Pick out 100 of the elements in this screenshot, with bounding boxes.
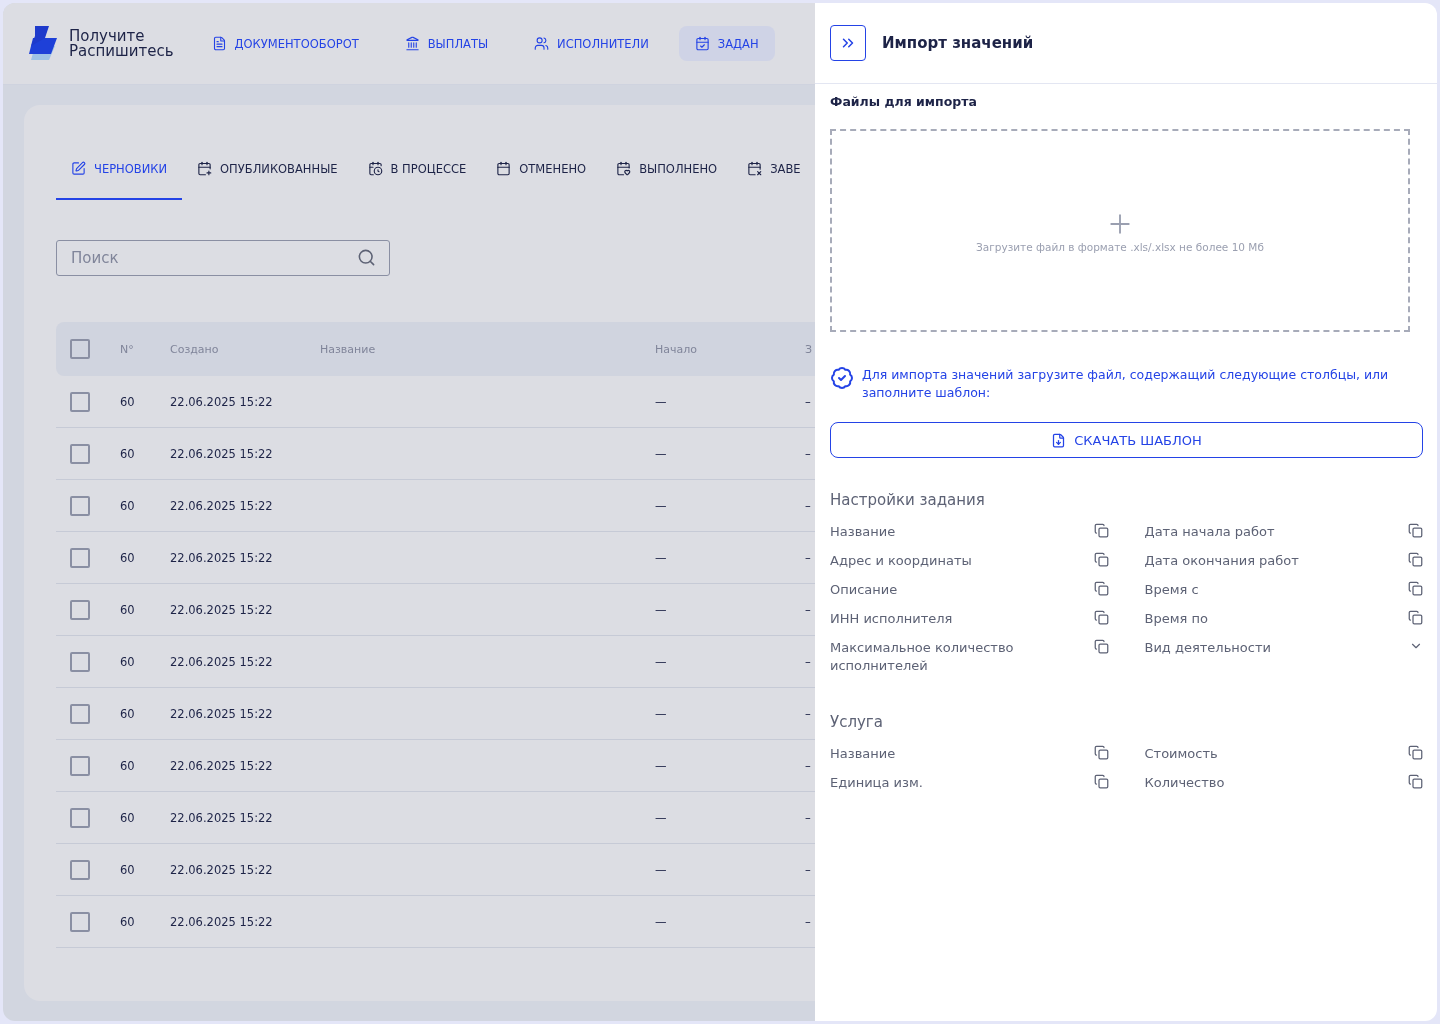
edit-icon xyxy=(71,161,86,176)
table-cell-text: 22.06.2025 15:22 xyxy=(170,550,274,565)
table-cell-text: – xyxy=(805,654,812,669)
table-cell-text: 60 xyxy=(120,706,136,721)
copy-icon[interactable] xyxy=(1408,523,1423,538)
calendar-icon xyxy=(616,161,632,176)
nav-item[interactable]: ЗАДАН xyxy=(678,26,775,61)
table-cell-text: 22.06.2025 15:22 xyxy=(170,394,274,409)
copy-icon[interactable] xyxy=(1093,774,1109,789)
table-cell-text: — xyxy=(655,394,668,409)
table-cell-text: – xyxy=(805,394,812,409)
info-text: Для импорта значений загрузите файл, содержащий следующие столбцы, или заполните шаблон: xyxy=(862,366,1390,402)
copy-icon[interactable] xyxy=(1093,610,1109,625)
checkbox[interactable] xyxy=(70,703,90,724)
checkbox[interactable] xyxy=(70,599,90,620)
field-label: Стоимость xyxy=(1144,745,1218,763)
table-cell-text: — xyxy=(655,602,668,617)
table-cell-text: – xyxy=(805,446,812,461)
tab[interactable]: ЧЕРНОВИКИ xyxy=(56,137,183,200)
table-cell-text: — xyxy=(655,446,668,461)
field-label: ИНН исполнителя xyxy=(830,610,953,628)
copy-icon[interactable] xyxy=(1408,552,1423,567)
checkbox[interactable] xyxy=(70,547,90,568)
field-label: Описание xyxy=(830,581,898,599)
tab[interactable]: ОПУБЛИКОВАННЫЕ xyxy=(182,137,353,200)
field-label: Количество xyxy=(1144,774,1225,792)
tab[interactable]: ЗАВЕ xyxy=(732,137,815,200)
table-cell-text: 22.06.2025 15:22 xyxy=(170,446,274,461)
checkbox[interactable] xyxy=(70,651,90,672)
field-label: Дата начала работ xyxy=(1144,523,1275,541)
column-header: N° xyxy=(120,342,135,356)
checkbox[interactable] xyxy=(70,495,90,516)
tab[interactable]: ВЫПОЛНЕНО xyxy=(601,137,733,200)
table-cell-text: — xyxy=(655,706,668,721)
table-cell-text: 22.06.2025 15:22 xyxy=(170,498,274,513)
column-header: Создано xyxy=(170,342,220,356)
logo-text: Получите Распишитесь xyxy=(69,28,174,59)
file-download-icon xyxy=(1051,432,1067,448)
checkbox[interactable] xyxy=(70,911,90,932)
table-cell-text: 60 xyxy=(120,654,136,669)
table-cell-text: — xyxy=(655,550,668,565)
field-label: Максимальное количество исполнителей xyxy=(830,639,1015,675)
column-header: Название xyxy=(320,342,377,356)
copy-icon[interactable] xyxy=(1093,639,1109,654)
table-cell-text: 22.06.2025 15:22 xyxy=(170,706,274,721)
copy-icon[interactable] xyxy=(1093,523,1109,538)
copy-icon[interactable] xyxy=(1093,745,1109,760)
search-field[interactable]: Поиск xyxy=(56,240,390,276)
field-label: Время по xyxy=(1144,610,1208,628)
document-icon xyxy=(211,36,227,51)
table-cell-text: — xyxy=(655,758,668,773)
field-label: Время с xyxy=(1144,581,1199,599)
table-cell-text: 60 xyxy=(120,602,136,617)
badge-icon xyxy=(830,366,854,390)
column-header: Начало xyxy=(655,342,698,356)
users-icon xyxy=(534,36,550,51)
copy-icon[interactable] xyxy=(1408,774,1423,789)
checkbox[interactable] xyxy=(70,755,90,776)
table-cell-text: — xyxy=(655,498,668,513)
table-cell-text: 22.06.2025 15:22 xyxy=(170,758,274,773)
table-cell-text: — xyxy=(655,862,668,877)
table-cell-text: 60 xyxy=(120,914,136,929)
checkbox[interactable] xyxy=(70,391,90,412)
checkbox[interactable] xyxy=(70,859,90,880)
table-cell-text: 60 xyxy=(120,810,136,825)
copy-icon[interactable] xyxy=(1408,581,1423,596)
section-title: Настройки задания xyxy=(830,491,986,509)
copy-icon[interactable] xyxy=(1093,552,1109,567)
table-cell-text: – xyxy=(805,810,812,825)
calendar-check-icon xyxy=(694,36,710,51)
collapse-button[interactable] xyxy=(830,25,866,61)
copy-icon[interactable] xyxy=(1093,581,1109,596)
field-label: Единица изм. xyxy=(830,774,923,792)
nav-item[interactable]: ИСПОЛНИТЕЛИ xyxy=(518,26,665,61)
table-cell-text: 22.06.2025 15:22 xyxy=(170,862,274,877)
copy-icon[interactable] xyxy=(1408,610,1423,625)
table-cell-text: 60 xyxy=(120,446,136,461)
table-cell-text: – xyxy=(805,758,812,773)
field-label: Название xyxy=(830,745,896,763)
checkbox[interactable] xyxy=(70,807,90,828)
bank-icon xyxy=(404,36,420,51)
table-cell-text: 60 xyxy=(120,550,136,565)
field-label: Вид деятельности xyxy=(1144,639,1271,657)
tab[interactable]: В ПРОЦЕССЕ xyxy=(352,137,482,200)
table-cell-text: 22.06.2025 15:22 xyxy=(170,602,274,617)
table-cell-text: 22.06.2025 15:22 xyxy=(170,914,274,929)
checkbox[interactable] xyxy=(70,443,90,464)
calendar-icon xyxy=(747,161,763,176)
tab[interactable]: ОТМЕНЕНО xyxy=(481,137,602,200)
copy-icon[interactable] xyxy=(1408,745,1423,760)
nav-item[interactable]: ДОКУМЕНТООБОРОТ xyxy=(195,26,375,61)
checkbox[interactable] xyxy=(70,339,90,359)
download-template-button[interactable]: СКАЧАТЬ ШАБЛОН xyxy=(830,422,1423,458)
nav-item[interactable]: ВЫПЛАТЫ xyxy=(388,26,505,61)
table-cell-text: — xyxy=(655,654,668,669)
table-cell-text: – xyxy=(805,914,812,929)
files-label: Файлы для импорта xyxy=(830,94,978,109)
table-cell-text: 60 xyxy=(120,498,136,513)
table-cell-text: – xyxy=(805,550,812,565)
calendar-icon xyxy=(367,161,383,176)
